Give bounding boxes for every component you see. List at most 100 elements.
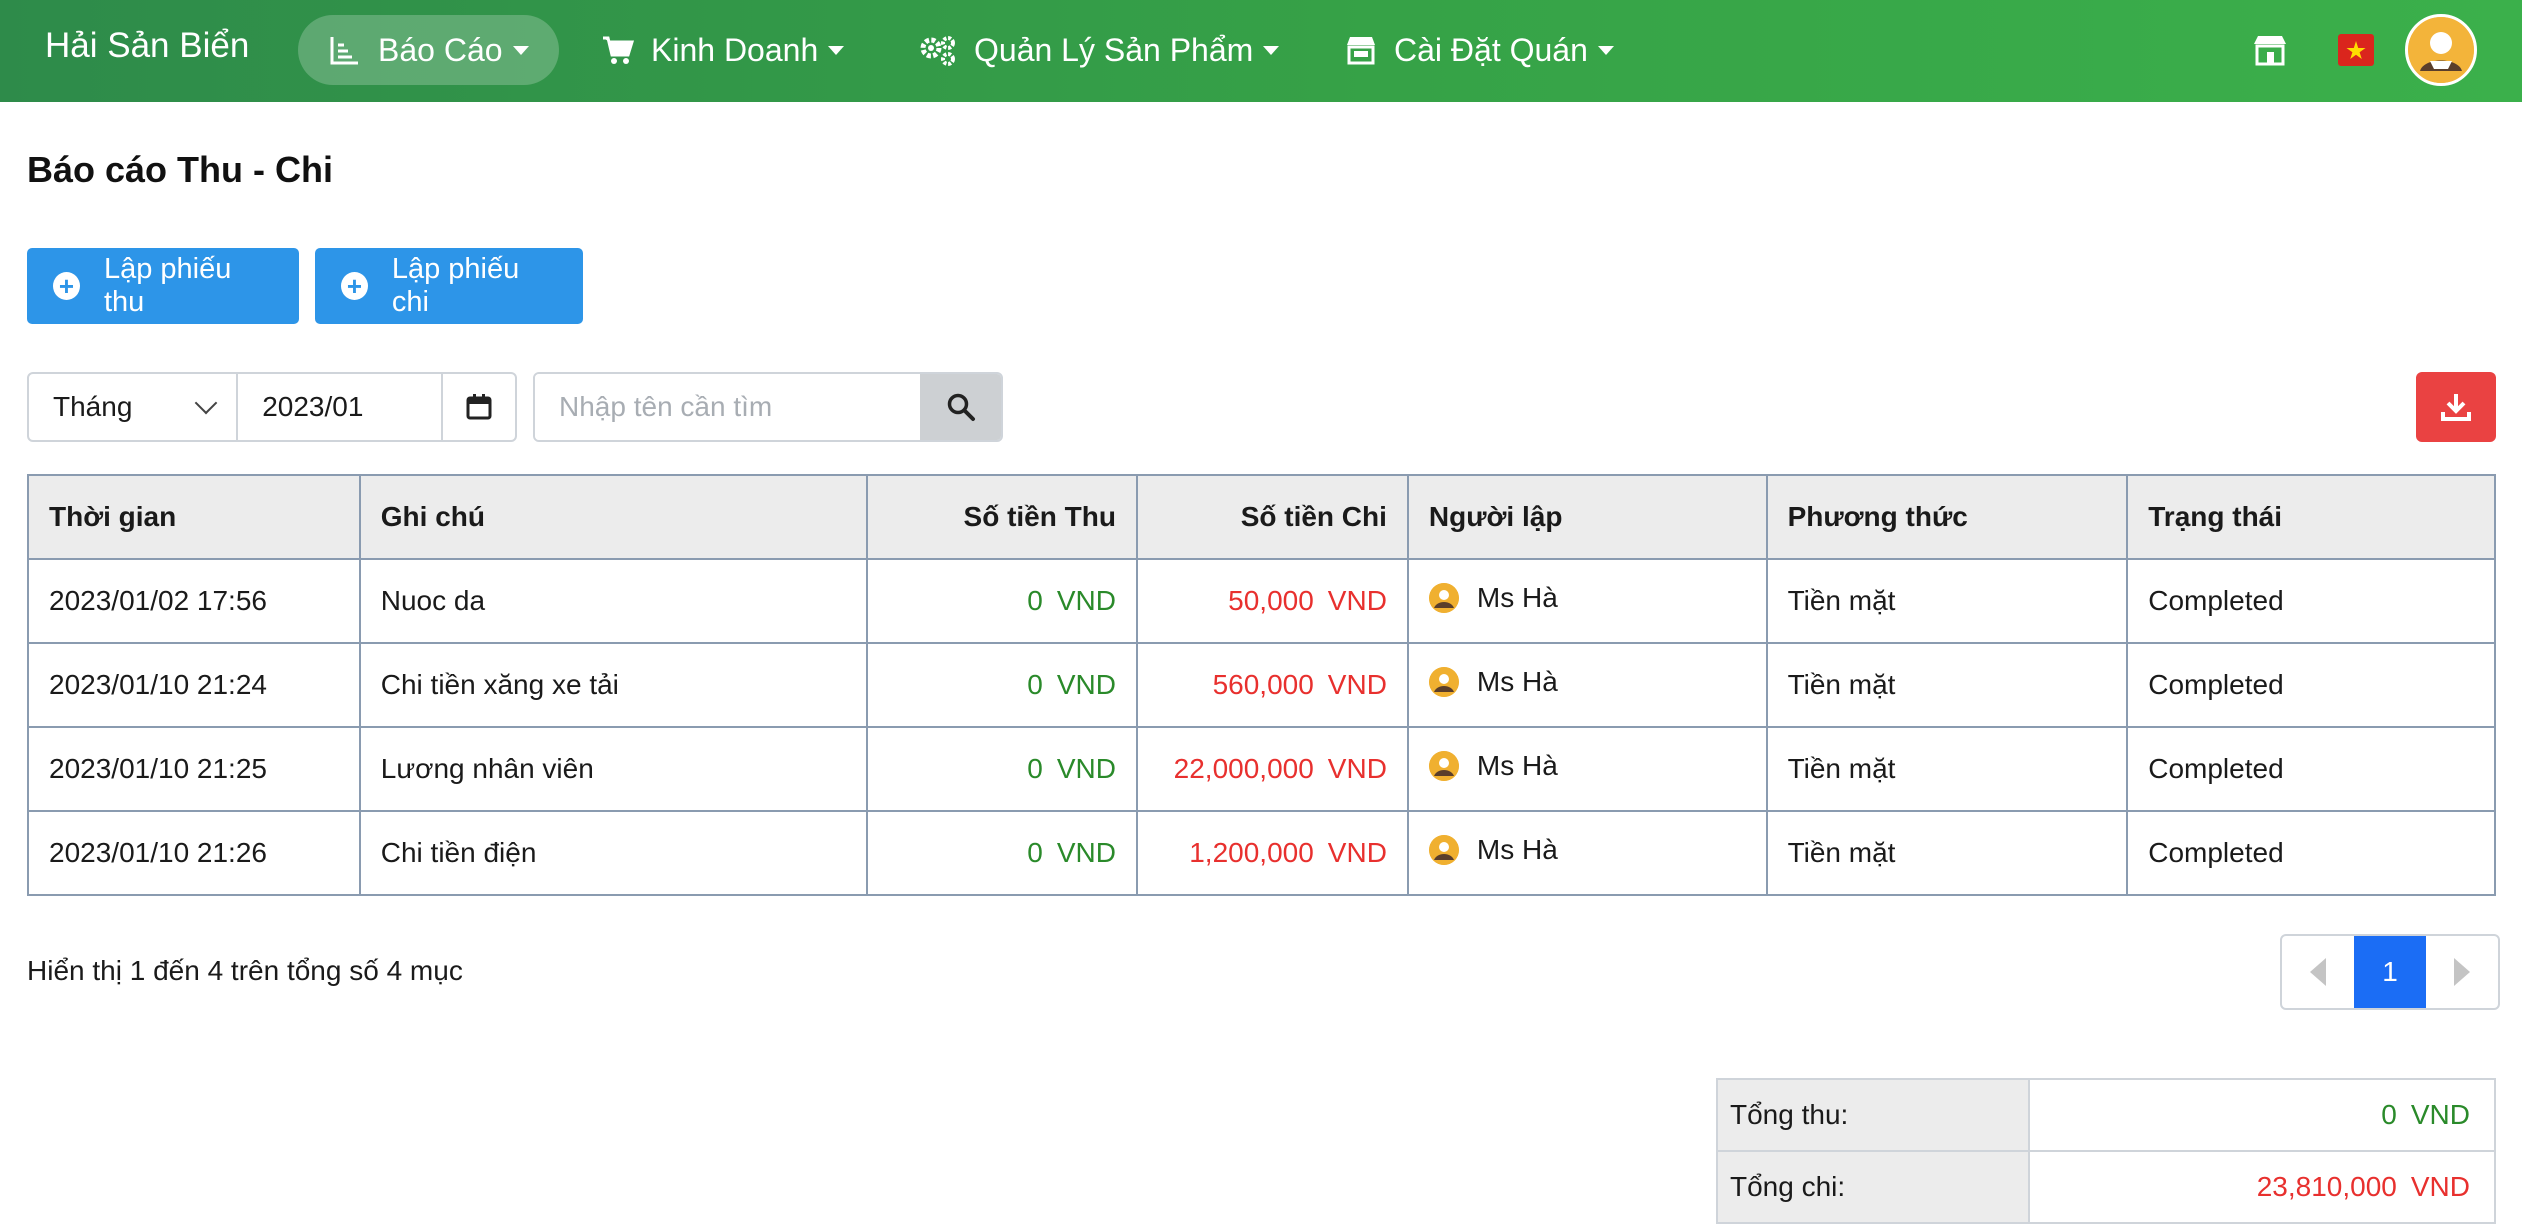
avatar-icon xyxy=(1428,583,1459,613)
column-header-time[interactable]: Thời gian xyxy=(27,474,361,560)
column-header-expense[interactable]: Số tiền Chi xyxy=(1135,474,1409,560)
plus-circle-icon: + xyxy=(341,272,368,300)
currency-label: VND xyxy=(1327,669,1387,700)
cell-time: 2023/01/10 21:26 xyxy=(27,810,361,896)
caret-down-icon xyxy=(1597,45,1614,55)
download-button[interactable] xyxy=(2416,372,2496,442)
cell-status: Completed xyxy=(2126,810,2496,896)
search-input[interactable] xyxy=(535,374,920,440)
store-icon[interactable] xyxy=(2250,30,2290,70)
cell-income: 0 VND xyxy=(866,726,1138,812)
nav-quan-ly-san-pham-label: Quản Lý Sản Phẩm xyxy=(974,31,1254,68)
total-income-amount: 0 xyxy=(2381,1099,2397,1130)
calendar-button[interactable] xyxy=(443,374,515,440)
column-header-method[interactable]: Phương thức xyxy=(1765,474,2129,560)
prev-page-button[interactable] xyxy=(2282,936,2354,1008)
column-header-income[interactable]: Số tiền Thu xyxy=(866,474,1138,560)
cell-method: Tiền mặt xyxy=(1765,558,2129,644)
total-income-label: Tổng thu: xyxy=(1716,1078,2030,1152)
expense-amount: 1,200,000 xyxy=(1189,837,1314,868)
cell-time: 2023/01/10 21:24 xyxy=(27,642,361,728)
total-income-value: 0 VND xyxy=(2028,1078,2496,1152)
cell-expense: 560,000 VND xyxy=(1135,642,1409,728)
period-select-value: Tháng xyxy=(53,391,133,422)
store-icon xyxy=(1347,37,1375,65)
cell-expense: 50,000 VND xyxy=(1135,558,1409,644)
nav-cai-dat-quan[interactable]: Cài Đặt Quán xyxy=(1314,15,1644,85)
column-header-note[interactable]: Ghi chú xyxy=(358,474,869,560)
cell-expense: 22,000,000 VND xyxy=(1135,726,1409,812)
cell-note: Nuoc da xyxy=(358,558,869,644)
vietnam-flag-icon[interactable] xyxy=(2338,34,2374,66)
page-title: Báo cáo Thu - Chi xyxy=(27,149,333,190)
nav-kinh-doanh[interactable]: Kinh Doanh xyxy=(571,15,874,85)
currency-label: VND xyxy=(2410,1171,2470,1202)
currency-label: VND xyxy=(1056,585,1116,616)
income-amount: 0 xyxy=(1027,837,1043,868)
total-income-row: Tổng thu: 0 VND xyxy=(1716,1078,2496,1152)
expense-amount: 560,000 xyxy=(1212,669,1314,700)
cell-note: Lương nhân viên xyxy=(358,726,869,812)
income-amount: 0 xyxy=(1027,585,1043,616)
date-input-value: 2023/01 xyxy=(262,391,364,422)
page-button-1[interactable]: 1 xyxy=(2354,936,2426,1008)
cell-time: 2023/01/10 21:25 xyxy=(27,726,361,812)
create-receipt-button[interactable]: + Lập phiếu thu xyxy=(27,248,299,324)
top-navbar: Hải Sản Biển Báo Cáo Kinh Doanh Quản Lý … xyxy=(0,0,2522,102)
creator-name: Ms Hà xyxy=(1476,582,1558,613)
cell-time: 2023/01/02 17:56 xyxy=(27,558,361,644)
next-page-button[interactable] xyxy=(2426,936,2498,1008)
currency-label: VND xyxy=(1327,837,1387,868)
pagination: 1 xyxy=(2280,934,2500,1010)
chevron-down-icon xyxy=(194,391,218,415)
cell-note: Chi tiền điện xyxy=(358,810,869,896)
currency-label: VND xyxy=(1056,753,1116,784)
caret-down-icon xyxy=(512,45,529,55)
table-row[interactable]: 2023/01/10 21:24 Chi tiền xăng xe tải 0V… xyxy=(27,642,2496,728)
total-expense-label: Tổng chi: xyxy=(1716,1150,2030,1224)
cell-note: Chi tiền xăng xe tải xyxy=(358,642,869,728)
creator-name: Ms Hà xyxy=(1476,834,1558,865)
currency-label: VND xyxy=(1056,837,1116,868)
income-amount: 0 xyxy=(1027,753,1043,784)
brand-name[interactable]: Hải Sản Biển xyxy=(45,26,249,66)
search-icon xyxy=(947,393,975,421)
search-button[interactable] xyxy=(920,374,1001,440)
income-amount: 0 xyxy=(1027,669,1043,700)
create-receipt-label: Lập phiếu thu xyxy=(103,253,232,318)
table-row[interactable]: 2023/01/02 17:56 Nuoc da 0 VND 50,000 VND … xyxy=(27,558,2496,644)
create-payment-label: Lập phiếu chi xyxy=(391,253,520,318)
create-payment-button[interactable]: + Lập phiếu chi xyxy=(315,248,583,324)
total-expense-row: Tổng chi: 23,810,000 VND xyxy=(1716,1150,2496,1224)
avatar-icon xyxy=(1428,835,1459,865)
caret-down-icon xyxy=(1263,45,1280,55)
cart-icon xyxy=(603,36,635,64)
total-expense-amount: 23,810,000 xyxy=(2256,1171,2397,1202)
nav-quan-ly-san-pham[interactable]: Quản Lý Sản Phẩm xyxy=(888,15,1309,85)
transactions-table: Thời gian Ghi chú Số tiền Thu Số tiền Ch… xyxy=(27,474,2496,896)
download-icon xyxy=(2441,394,2471,421)
nav-kinh-doanh-label: Kinh Doanh xyxy=(651,31,819,68)
cell-method: Tiền mặt xyxy=(1765,726,2129,812)
cell-method: Tiền mặt xyxy=(1765,642,2129,728)
creator-name: Ms Hà xyxy=(1476,666,1558,697)
avatar-icon xyxy=(1428,751,1459,781)
date-input[interactable]: 2023/01 xyxy=(238,374,444,440)
cell-status: Completed xyxy=(2126,642,2496,728)
table-row[interactable]: 2023/01/10 21:25 Lương nhân viên 0 VND 22… xyxy=(27,726,2496,812)
table-row[interactable]: 2023/01/10 21:26 Chi tiền điện 0 VND 1,20… xyxy=(27,810,2496,896)
caret-down-icon xyxy=(828,45,845,55)
cell-method: Tiền mặt xyxy=(1765,810,2129,896)
period-select[interactable]: Tháng xyxy=(29,374,239,440)
cell-creator: Ms Hà xyxy=(1406,810,1768,896)
column-header-status[interactable]: Trạng thái xyxy=(2126,474,2496,560)
caret-left-icon xyxy=(2310,958,2326,986)
gears-icon xyxy=(920,36,955,66)
cell-expense: 1,200,000 VND xyxy=(1135,810,1409,896)
nav-cai-dat-quan-label: Cài Đặt Quán xyxy=(1394,31,1588,68)
column-header-creator[interactable]: Người lập xyxy=(1406,474,1768,560)
cell-income: 0 VND xyxy=(866,642,1138,728)
nav-bao-cao[interactable]: Báo Cáo xyxy=(298,15,559,85)
table-header-row: Thời gian Ghi chú Số tiền Thu Số tiền Ch… xyxy=(27,474,2496,560)
user-avatar[interactable] xyxy=(2405,14,2477,86)
